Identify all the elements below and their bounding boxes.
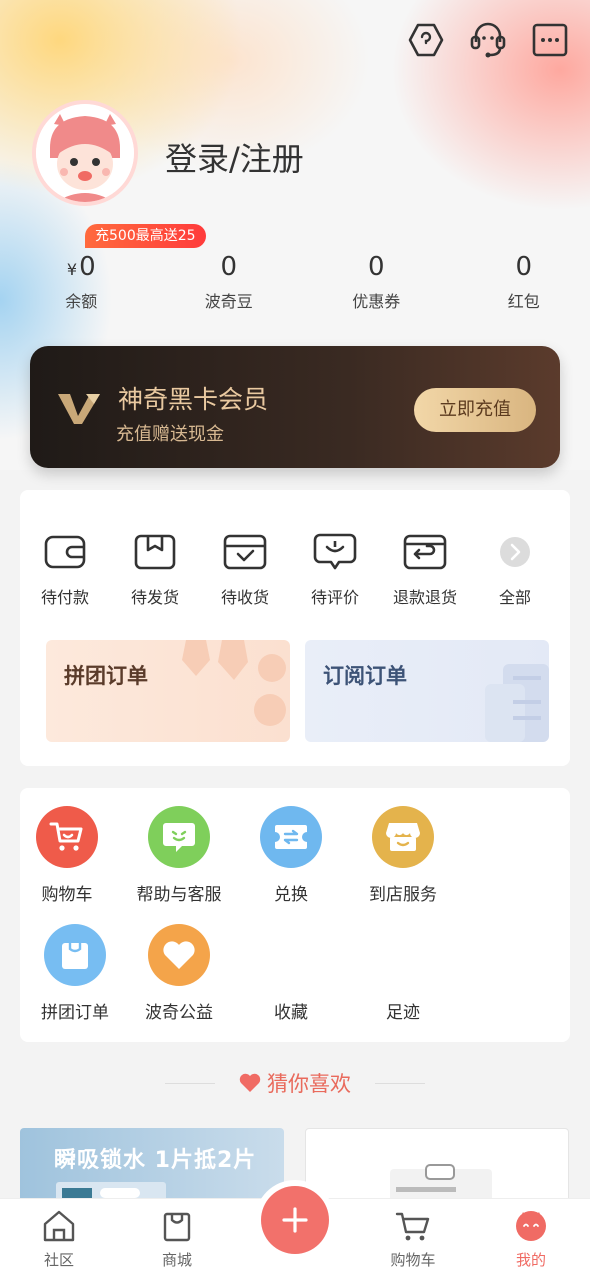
comment-icon <box>313 533 357 570</box>
service-label: 足迹 <box>386 1003 420 1023</box>
service-help[interactable]: 帮助与客服 <box>122 806 236 924</box>
service-label: 波奇公益 <box>145 1003 213 1023</box>
divider <box>375 1082 425 1084</box>
package-icon <box>133 534 177 570</box>
order-label: 待收货 <box>220 588 269 607</box>
heart-icon <box>148 924 210 986</box>
customer-service-icon[interactable] <box>468 20 508 60</box>
nav-community[interactable]: 社区 <box>0 1199 118 1280</box>
home-icon <box>41 1209 77 1243</box>
service-cart[interactable]: 购物车 <box>10 806 124 924</box>
history-icon <box>372 924 434 986</box>
nav-label: 购物车 <box>390 1251 436 1269</box>
top-toolbar <box>406 20 570 60</box>
subscription-order-card[interactable]: 订阅订单 <box>305 640 549 742</box>
stat-value: 0 <box>367 252 385 282</box>
order-status-row: 待付款 待发货 待收货 待评价 退款退货 全部 <box>20 533 570 608</box>
service-group-order[interactable]: 拼团订单 <box>18 924 132 1042</box>
service-label: 购物车 <box>41 885 93 905</box>
cart-icon <box>36 806 98 868</box>
order-label: 待评价 <box>310 588 359 607</box>
orders-card: 待付款 待发货 待收货 待评价 退款退货 全部 拼团订单 订阅订单 <box>20 490 570 766</box>
order-pending-shipment[interactable]: 待发货 <box>110 534 200 608</box>
avatar[interactable] <box>32 100 138 206</box>
nav-mine[interactable]: 我的 <box>472 1199 590 1280</box>
nav-label: 商城 <box>161 1251 192 1269</box>
vip-subtitle: 充值赠送现金 <box>116 424 224 445</box>
vip-v-logo-icon <box>56 390 102 428</box>
stat-label: 余额 <box>65 292 98 311</box>
services-card: 购物车 帮助与客服 兑换 到店服务 拼团订单 波奇公益 收藏 足迹 <box>20 788 570 1042</box>
recommendations-title: 猜你喜欢 <box>267 1072 351 1096</box>
boqi-beans-stat[interactable]: 0 波奇豆 <box>163 250 296 312</box>
stat-label: 红包 <box>507 292 540 311</box>
nav-mall[interactable]: 商城 <box>118 1199 236 1280</box>
vip-title: 神奇黑卡会员 <box>118 385 269 414</box>
publish-plus-button[interactable] <box>261 1186 329 1254</box>
service-label: 收藏 <box>274 1003 308 1023</box>
coupons-stat[interactable]: 0 优惠券 <box>310 250 443 312</box>
account-stats: ¥0 余额 0 波奇豆 0 优惠券 0 红包 <box>0 250 590 312</box>
order-refund-return[interactable]: 退款退货 <box>380 534 470 608</box>
recommendations-header: 猜你喜欢 <box>0 1068 590 1098</box>
order-label: 待发货 <box>130 588 179 607</box>
nav-cart[interactable]: 购物车 <box>354 1199 472 1280</box>
service-charity[interactable]: 波奇公益 <box>122 924 236 1042</box>
recharge-now-button[interactable]: 立即充值 <box>414 388 536 432</box>
service-favorites[interactable]: 收藏 <box>234 924 348 1042</box>
wallet-icon <box>43 534 87 570</box>
stat-value: 0 <box>79 252 96 282</box>
divider <box>165 1082 215 1084</box>
chevron-right-icon <box>493 534 537 570</box>
decorative-badge-icon <box>182 640 286 726</box>
group-order-card[interactable]: 拼团订单 <box>46 640 290 742</box>
order-label: 待付款 <box>40 588 89 607</box>
shopping-bag-icon <box>159 1209 195 1243</box>
box-check-icon <box>223 534 267 570</box>
nav-label: 社区 <box>43 1251 74 1269</box>
subscription-order-title: 订阅订单 <box>323 664 407 688</box>
currency-symbol: ¥ <box>66 260 78 279</box>
stat-value: 0 <box>515 252 533 282</box>
bag-icon <box>44 924 106 986</box>
login-register-link[interactable]: 登录/注册 <box>165 134 304 180</box>
order-label: 全部 <box>498 588 531 607</box>
service-label: 拼团订单 <box>41 1003 109 1023</box>
profile-face-icon <box>513 1209 549 1243</box>
heart-icon <box>239 1073 261 1092</box>
service-history[interactable]: 足迹 <box>346 924 460 1042</box>
product-title: 瞬吸锁水 1片抵2片 <box>54 1148 257 1173</box>
chat-icon <box>148 806 210 868</box>
stat-label: 波奇豆 <box>204 292 253 311</box>
order-all[interactable]: 全部 <box>470 534 560 608</box>
order-pending-payment[interactable]: 待付款 <box>20 534 110 608</box>
services-grid: 购物车 帮助与客服 兑换 到店服务 拼团订单 波奇公益 收藏 足迹 <box>20 806 570 1042</box>
balance-stat[interactable]: ¥0 余额 <box>15 250 148 312</box>
stat-value: 0 <box>220 252 238 282</box>
recharge-promo-badge: 充500最高送25 <box>85 224 206 248</box>
store-icon <box>372 806 434 868</box>
message-icon[interactable] <box>530 20 570 60</box>
service-label: 兑换 <box>274 885 308 905</box>
order-pending-receipt[interactable]: 待收货 <box>200 534 290 608</box>
stat-label: 优惠券 <box>352 292 401 311</box>
order-pending-review[interactable]: 待评价 <box>290 533 380 608</box>
cart-icon <box>395 1209 431 1243</box>
return-icon <box>403 534 447 570</box>
exchange-icon <box>260 806 322 868</box>
favorites-icon <box>260 924 322 986</box>
service-exchange[interactable]: 兑换 <box>234 806 348 924</box>
plus-icon <box>282 1207 308 1233</box>
vip-black-card-banner[interactable]: 神奇黑卡会员 充值赠送现金 立即充值 <box>30 346 560 468</box>
settings-hex-icon[interactable] <box>406 20 446 60</box>
service-label: 到店服务 <box>369 885 437 905</box>
nav-label: 我的 <box>515 1251 546 1269</box>
service-label: 帮助与客服 <box>136 885 222 905</box>
red-packet-stat[interactable]: 0 红包 <box>458 250 590 312</box>
service-store[interactable]: 到店服务 <box>346 806 460 924</box>
document-icon <box>485 664 549 742</box>
group-order-title: 拼团订单 <box>64 664 148 688</box>
order-label: 退款退货 <box>392 588 457 607</box>
